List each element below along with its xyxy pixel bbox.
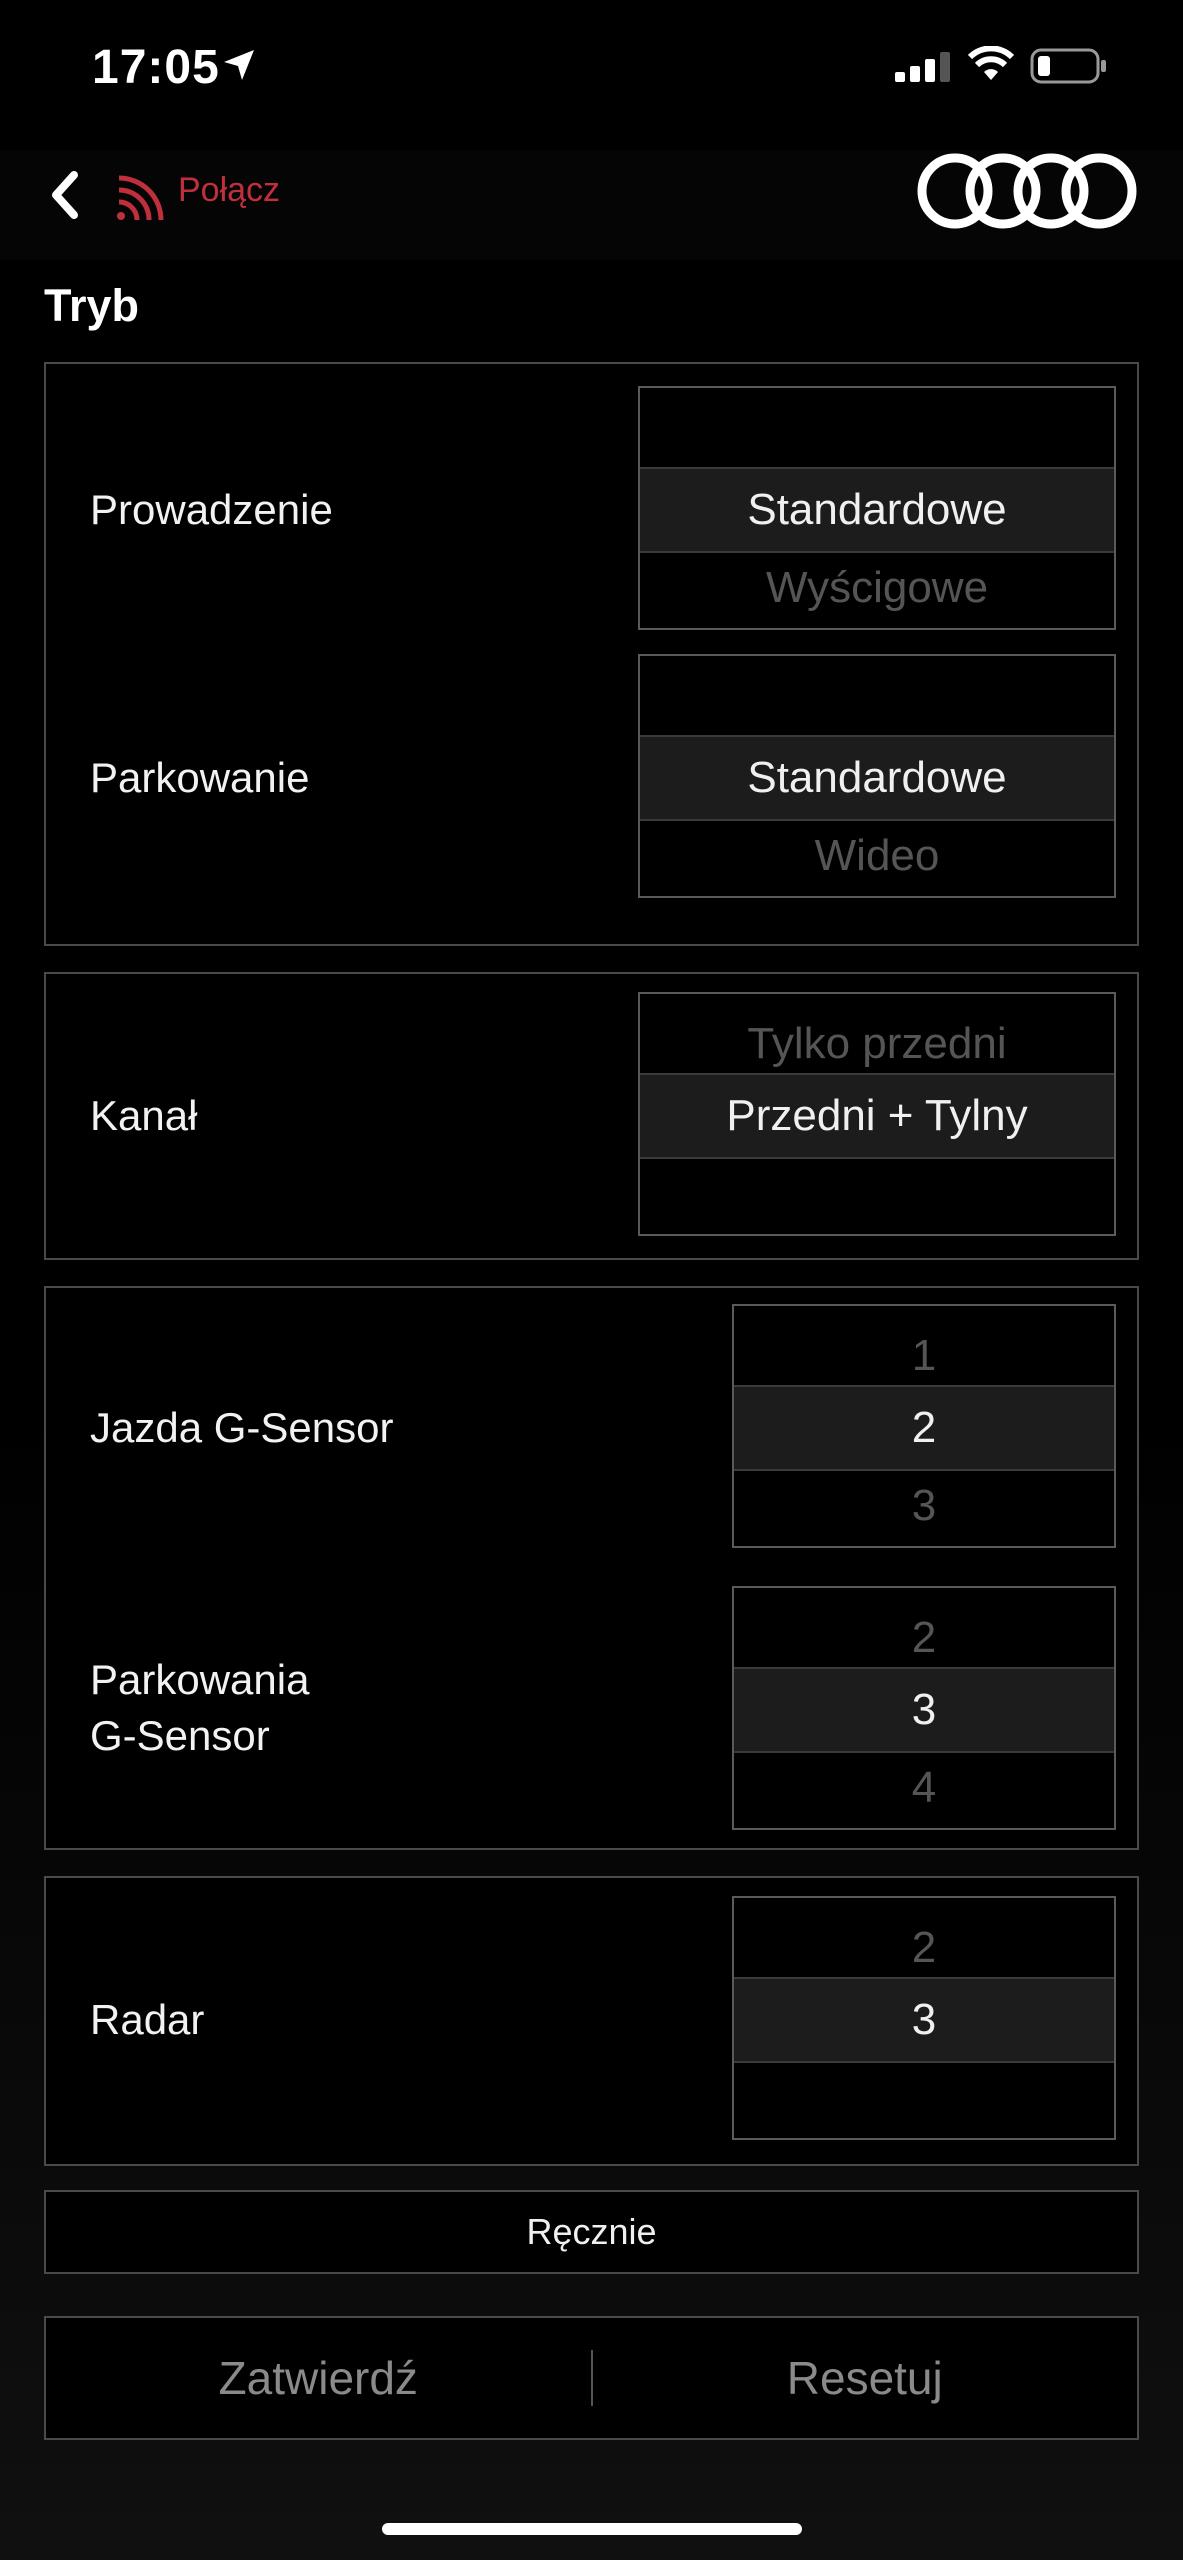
parking-gsensor-label: Parkowania G-Sensor bbox=[90, 1652, 309, 1764]
picker-option-selected[interactable]: 2 bbox=[734, 1385, 1114, 1471]
picker-option[interactable]: 2 bbox=[734, 1588, 1114, 1667]
radar-label: Radar bbox=[90, 1996, 205, 2043]
picker-option[interactable]: 3 bbox=[734, 1471, 1114, 1546]
parking-mode-picker[interactable]: Standardowe Wideo bbox=[638, 654, 1116, 898]
picker-option-selected[interactable]: Standardowe bbox=[640, 467, 1114, 553]
cellular-signal-icon bbox=[895, 52, 950, 82]
picker-option-selected[interactable]: 3 bbox=[734, 1977, 1114, 2063]
driving-gsensor-label: Jazda G-Sensor bbox=[90, 1404, 394, 1451]
action-bar: Zatwierdź Resetuj bbox=[44, 2316, 1139, 2440]
driving-gsensor-picker[interactable]: 1 2 3 bbox=[732, 1304, 1116, 1548]
picker-option-selected[interactable]: 3 bbox=[734, 1667, 1114, 1753]
picker-option-selected[interactable]: Standardowe bbox=[640, 735, 1114, 821]
parking-mode-label: Parkowanie bbox=[90, 754, 310, 801]
driving-mode-label: Prowadzenie bbox=[90, 486, 333, 533]
parking-gsensor-label-line2: G-Sensor bbox=[90, 1712, 270, 1759]
picker-option[interactable]: Wideo bbox=[640, 821, 1114, 896]
picker-option[interactable] bbox=[640, 1159, 1114, 1234]
picker-option[interactable] bbox=[640, 388, 1114, 467]
picker-option[interactable]: 2 bbox=[734, 1898, 1114, 1977]
reset-button[interactable]: Resetuj bbox=[593, 2351, 1138, 2405]
parking-gsensor-label-line1: Parkowania bbox=[90, 1656, 310, 1703]
manual-button[interactable]: Ręcznie bbox=[44, 2190, 1139, 2274]
parking-gsensor-picker[interactable]: 2 3 4 bbox=[732, 1586, 1116, 1830]
home-indicator[interactable] bbox=[382, 2523, 802, 2535]
section-title: Tryb bbox=[44, 280, 140, 331]
audi-rings-logo bbox=[917, 153, 1137, 229]
picker-option[interactable] bbox=[734, 2063, 1114, 2138]
location-arrow-icon bbox=[224, 50, 254, 80]
channel-picker[interactable]: Tylko przedni Przedni + Tylny bbox=[638, 992, 1116, 1236]
back-chevron-icon[interactable] bbox=[40, 165, 90, 225]
connection-signal-icon[interactable] bbox=[115, 172, 167, 224]
confirm-button[interactable]: Zatwierdź bbox=[46, 2351, 591, 2405]
picker-option[interactable] bbox=[640, 656, 1114, 735]
picker-option-selected[interactable]: Przedni + Tylny bbox=[640, 1073, 1114, 1159]
picker-option[interactable]: Tylko przedni bbox=[640, 994, 1114, 1073]
wifi-icon bbox=[968, 46, 1014, 80]
picker-option[interactable]: Wyścigowe bbox=[640, 553, 1114, 628]
channel-label: Kanał bbox=[90, 1092, 198, 1139]
driving-mode-picker[interactable]: Standardowe Wyścigowe bbox=[638, 386, 1116, 630]
battery-icon bbox=[1030, 48, 1106, 84]
picker-option[interactable]: 4 bbox=[734, 1753, 1114, 1828]
status-time: 17:05 bbox=[92, 41, 220, 94]
connect-link[interactable]: Połącz bbox=[178, 171, 280, 210]
radar-picker[interactable]: 2 3 bbox=[732, 1896, 1116, 2140]
picker-option[interactable]: 1 bbox=[734, 1306, 1114, 1385]
